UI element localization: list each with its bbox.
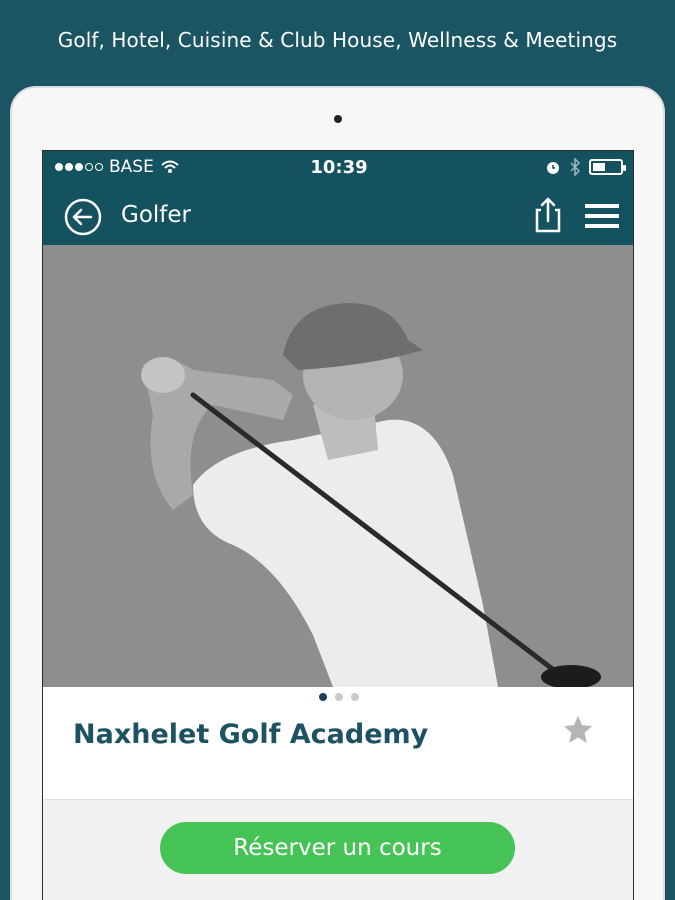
promo-caption: Golf, Hotel, Cuisine & Club House, Welln…	[57, 28, 618, 52]
title-card: Naxhelet Golf Academy	[43, 707, 633, 799]
battery-level	[593, 163, 605, 171]
pager-dot[interactable]	[319, 693, 327, 701]
pager-dot[interactable]	[351, 693, 359, 701]
share-icon[interactable]	[533, 195, 563, 235]
page-title: Golfer	[121, 202, 191, 228]
golfer-illustration	[43, 245, 633, 687]
golfer-swing-photo	[43, 245, 633, 687]
bluetooth-icon	[570, 158, 581, 176]
pager-dot[interactable]	[335, 693, 343, 701]
nav-bar: Golfer	[43, 185, 633, 245]
back-arrow-circle-icon[interactable]	[63, 197, 103, 237]
battery-icon	[589, 159, 626, 175]
camera-dot	[334, 115, 342, 123]
place-title: Naxhelet Golf Academy	[73, 719, 429, 750]
book-lesson-button[interactable]: Réserver un cours	[160, 822, 515, 874]
alarm-icon	[547, 162, 559, 174]
star-icon[interactable]	[561, 713, 595, 747]
status-bar: BASE 10:39	[43, 151, 633, 185]
app-screen: BASE 10:39 Golfer Naxhelet Golf Academy …	[42, 150, 634, 900]
image-pager	[43, 693, 633, 701]
action-area: Réserver un cours	[43, 799, 633, 900]
hamburger-menu-icon[interactable]	[585, 201, 619, 231]
status-right	[545, 158, 626, 176]
